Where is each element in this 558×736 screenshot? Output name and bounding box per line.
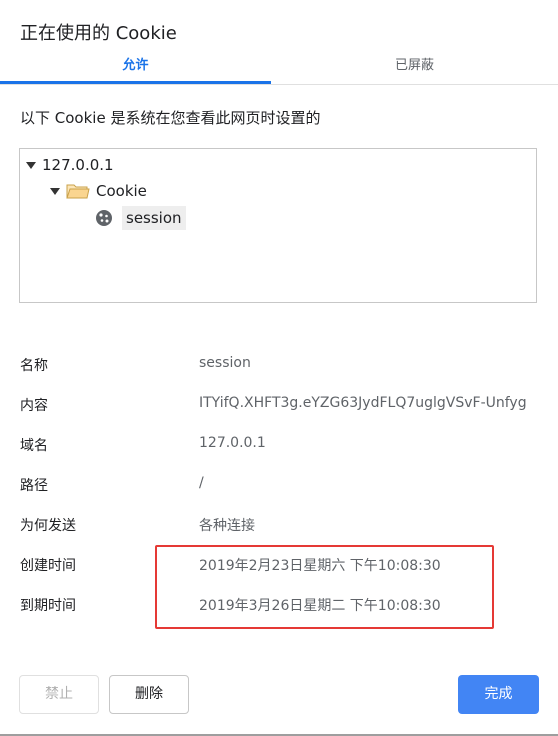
detail-value: ITYifQ.XHFT3g.eYZG63JydFLQ7uglgVSvF-Unfy… — [199, 395, 527, 411]
tree-node-folder[interactable]: Cookie — [50, 182, 147, 200]
detail-row-send-for: 为何发送 各种连接 — [20, 515, 550, 535]
dialog-title: 正在使用的 Cookie — [20, 23, 177, 44]
expand-triangle-icon[interactable] — [26, 161, 36, 169]
detail-row-path: 路径 / — [20, 475, 550, 495]
done-button[interactable]: 完成 — [458, 675, 539, 714]
detail-key: 创建时间 — [20, 558, 76, 574]
folder-icon — [66, 184, 90, 199]
tree-node-folder-label: Cookie — [96, 182, 147, 200]
cookie-icon — [96, 210, 112, 226]
active-tab-indicator — [0, 81, 271, 84]
detail-row-content: 内容 ITYifQ.XHFT3g.eYZG63JydFLQ7uglgVSvF-U… — [20, 395, 550, 415]
tab-allowed[interactable]: 允许 — [0, 50, 271, 84]
detail-key: 为何发送 — [20, 518, 76, 534]
tab-blocked-label: 已屏蔽 — [394, 58, 434, 73]
tree-node-host[interactable]: 127.0.0.1 — [26, 156, 114, 174]
detail-row-name: 名称 session — [20, 355, 550, 375]
block-button[interactable]: 禁止 — [19, 675, 99, 714]
detail-key: 名称 — [20, 358, 48, 374]
highlight-box — [155, 545, 494, 629]
detail-key: 域名 — [20, 438, 48, 454]
description-text: 以下 Cookie 是系统在您查看此网页时设置的 — [20, 109, 321, 127]
tree-node-cookie-label: session — [122, 206, 186, 230]
tab-allowed-label: 允许 — [122, 58, 149, 73]
detail-row-domain: 域名 127.0.0.1 — [20, 435, 550, 455]
detail-value: 各种连接 — [199, 518, 255, 534]
detail-key: 路径 — [20, 478, 48, 494]
detail-key: 到期时间 — [20, 598, 76, 614]
tree-node-cookie[interactable]: session — [94, 206, 186, 230]
detail-value: / — [199, 475, 204, 491]
tab-bar: 允许 已屏蔽 — [0, 50, 558, 85]
detail-key: 内容 — [20, 398, 48, 414]
detail-value: session — [199, 355, 251, 371]
remove-button[interactable]: 删除 — [109, 675, 189, 714]
tab-blocked[interactable]: 已屏蔽 — [271, 50, 558, 83]
tree-node-host-label: 127.0.0.1 — [42, 156, 114, 174]
detail-value: 127.0.0.1 — [199, 435, 266, 451]
expand-triangle-icon[interactable] — [50, 187, 60, 195]
cookie-tree: 127.0.0.1 Cookie session — [19, 148, 537, 303]
